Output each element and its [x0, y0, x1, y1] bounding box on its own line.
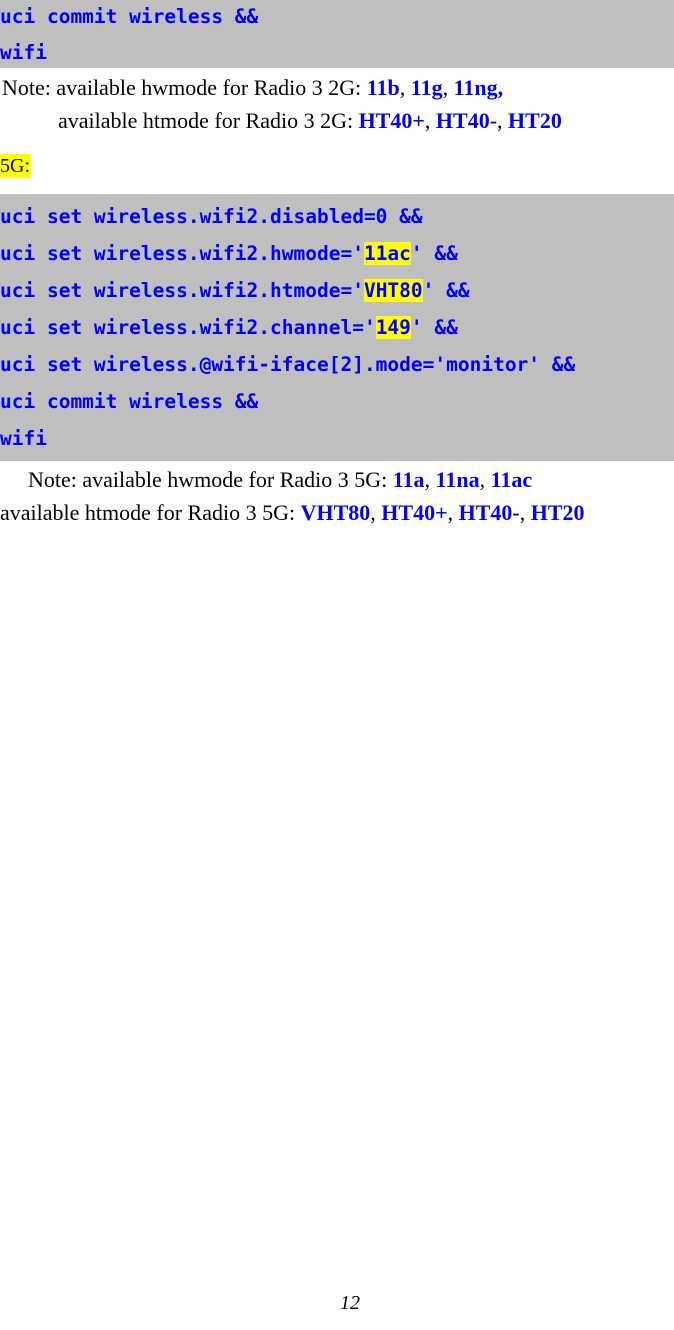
- note-value: HT40-: [435, 108, 498, 133]
- note-separator: ,: [424, 467, 436, 492]
- code-line: uci commit wireless &&: [0, 383, 674, 420]
- code-line: uci set wireless.wifi2.channel='149' &&: [0, 309, 674, 346]
- section-label-row: 5G:: [0, 154, 674, 194]
- code-line: wifi: [0, 34, 674, 71]
- note-separator: ,: [519, 500, 531, 525]
- note-value: HT40+: [381, 500, 448, 525]
- note-separator: ,: [442, 75, 454, 100]
- code-line: wifi: [0, 420, 674, 457]
- highlighted-value: VHT80: [363, 279, 423, 302]
- note-prefix: Note: available hwmode for Radio 3 5G:: [28, 467, 393, 492]
- code-line: uci set wireless.wifi2.hwmode='11ac' &&: [0, 235, 674, 272]
- code-line: uci set wireless.@wifi-iface[2].mode='mo…: [0, 346, 674, 383]
- code-text: wifi: [0, 41, 47, 64]
- code-text: ' &&: [410, 242, 458, 265]
- code-line: uci set wireless.wifi2.htmode='VHT80' &&: [0, 272, 674, 309]
- code-text: uci set wireless.@wifi-iface[2].mode='mo…: [0, 353, 576, 376]
- code-text: uci commit wireless &&: [0, 390, 259, 413]
- note-value: 11a: [392, 467, 425, 492]
- note-separator: ,: [497, 108, 509, 133]
- section-label-5g: 5G:: [0, 154, 31, 178]
- code-text: uci set wireless.wifi2.htmode=': [0, 279, 364, 302]
- code-text: uci commit wireless &&: [0, 5, 259, 28]
- note-prefix: Note: available hwmode for Radio 3 2G:: [2, 75, 367, 100]
- vertical-spacer: [0, 136, 674, 154]
- note-value: VHT80: [300, 500, 371, 525]
- note-5g-hwmode: Note: available hwmode for Radio 3 5G: 1…: [0, 461, 674, 495]
- code-line: uci commit wireless &&: [0, 0, 674, 34]
- note-5g-htmode: available htmode for Radio 3 5G: VHT80, …: [0, 495, 674, 528]
- code-text: uci set wireless.wifi2.hwmode=': [0, 242, 364, 265]
- document-page: uci commit wireless && wifi Note: availab…: [0, 0, 674, 1330]
- page-number: 12: [340, 1292, 360, 1314]
- note-value: HT40-: [458, 500, 520, 525]
- note-value: 11b: [366, 75, 400, 100]
- note-value: 11na: [435, 467, 480, 492]
- note-separator: ,: [447, 500, 459, 525]
- note-2g-htmode: available htmode for Radio 3 2G: HT40+, …: [0, 103, 674, 136]
- note-value: 11ac: [490, 467, 533, 492]
- code-text: wifi: [0, 427, 47, 450]
- note-value: 11g: [410, 75, 443, 100]
- code-text: uci set wireless.wifi2.channel=': [0, 316, 376, 339]
- note-separator: ,: [399, 75, 411, 100]
- note-separator: ,: [424, 108, 436, 133]
- note-value: 11ng,: [453, 75, 504, 100]
- code-line: uci set wireless.wifi2.disabled=0 &&: [0, 198, 674, 235]
- code-text: uci set wireless.wifi2.disabled=0 &&: [0, 205, 423, 228]
- note-separator: ,: [370, 500, 382, 525]
- page-footer: 12: [0, 1292, 674, 1315]
- note-prefix: available htmode for Radio 3 5G:: [0, 500, 301, 525]
- note-2g-hwmode: Note: available hwmode for Radio 3 2G: 1…: [0, 68, 674, 103]
- note-value: HT40+: [358, 108, 425, 133]
- code-block-top: uci commit wireless && wifi: [0, 0, 674, 68]
- note-separator: ,: [479, 467, 491, 492]
- code-text: ' &&: [422, 279, 470, 302]
- note-prefix: available htmode for Radio 3 2G:: [58, 108, 359, 133]
- code-text: ' &&: [410, 316, 458, 339]
- code-block-5g: uci set wireless.wifi2.disabled=0 && uci …: [0, 194, 674, 461]
- highlighted-value: 149: [375, 316, 411, 339]
- note-value: HT20: [530, 500, 585, 525]
- note-value: HT20: [508, 108, 562, 133]
- highlighted-value: 11ac: [363, 242, 411, 265]
